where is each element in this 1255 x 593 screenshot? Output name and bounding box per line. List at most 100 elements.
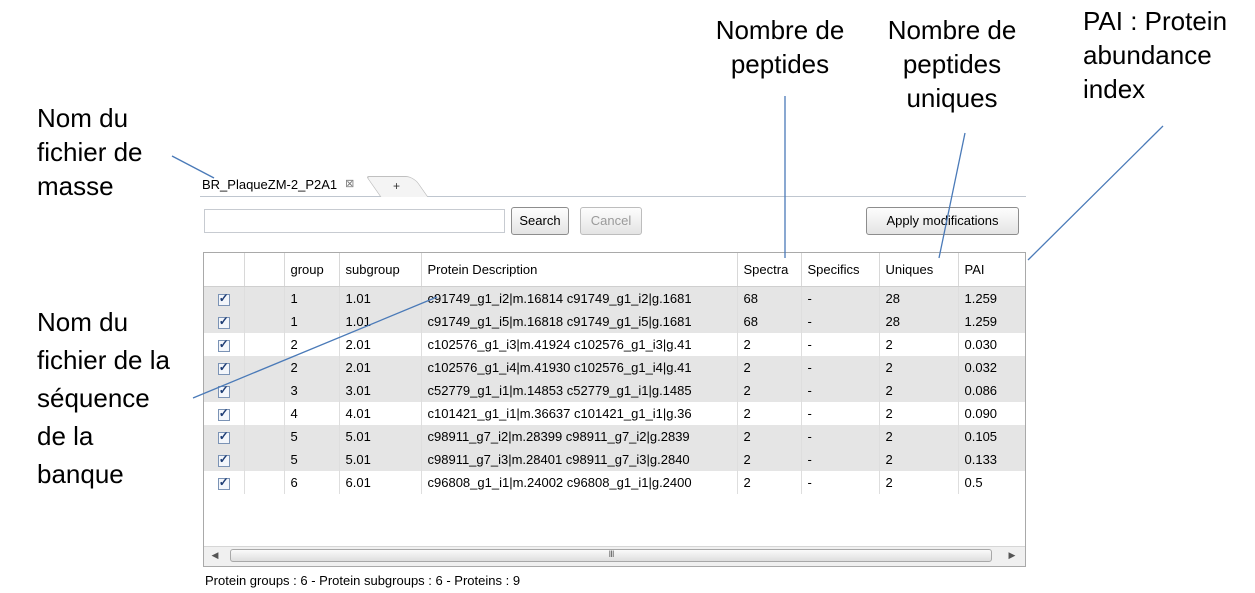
row-checkbox[interactable] bbox=[217, 360, 230, 375]
checkbox-cell bbox=[204, 333, 245, 356]
blank-cell bbox=[244, 379, 285, 402]
column-header-group[interactable]: group bbox=[284, 253, 340, 287]
column-header-specifics[interactable]: Specifics bbox=[801, 253, 880, 287]
group-cell: 5 bbox=[284, 425, 340, 448]
new-tab-button[interactable]: + bbox=[365, 176, 429, 197]
specifics-cell: - bbox=[801, 471, 880, 494]
blank-cell bbox=[244, 286, 285, 310]
column-header-spectra[interactable]: Spectra bbox=[737, 253, 802, 287]
subgroup-cell: 6.01 bbox=[339, 471, 422, 494]
column-header-check[interactable] bbox=[204, 253, 245, 287]
checkbox-cell bbox=[204, 356, 245, 379]
table-row[interactable]: 22.01c102576_g1_i3|m.41924 c102576_g1_i3… bbox=[204, 333, 1025, 356]
apply-modifications-button[interactable]: Apply modifications bbox=[866, 207, 1019, 235]
spectra-cell: 2 bbox=[737, 425, 802, 448]
row-checkbox[interactable] bbox=[217, 383, 230, 398]
description-cell: c101421_g1_i1|m.36637 c101421_g1_i1|g.36 bbox=[421, 402, 738, 425]
checkbox-cell bbox=[204, 425, 245, 448]
row-checkbox[interactable] bbox=[217, 337, 230, 352]
pai-cell: 1.259 bbox=[958, 286, 1025, 310]
annotation-pai: PAI : Protein abundance index bbox=[1083, 4, 1227, 106]
pai-cell: 0.5 bbox=[958, 471, 1025, 494]
uniques-cell: 2 bbox=[879, 448, 959, 471]
connector-pai bbox=[1027, 125, 1164, 261]
description-cell: c98911_g7_i2|m.28399 c98911_g7_i2|g.2839 bbox=[421, 425, 738, 448]
column-header-blank[interactable] bbox=[244, 253, 285, 287]
annotation-line: peptides bbox=[730, 49, 830, 79]
group-cell: 1 bbox=[284, 310, 340, 333]
table-row[interactable]: 55.01c98911_g7_i2|m.28399 c98911_g7_i2|g… bbox=[204, 425, 1025, 448]
annotation-line: Nombre de bbox=[887, 15, 1017, 45]
search-input[interactable] bbox=[204, 209, 505, 233]
pai-cell: 0.133 bbox=[958, 448, 1025, 471]
table-header-row: group subgroup Protein Description Spect… bbox=[204, 253, 1025, 287]
annotation-line: fichier de bbox=[37, 137, 143, 167]
uniques-cell: 2 bbox=[879, 356, 959, 379]
editor-tab-strip: BR_PlaqueZM-2_P2A1 ⊠ + bbox=[200, 172, 1026, 197]
spectra-cell: 68 bbox=[737, 286, 802, 310]
checkbox-cell bbox=[204, 310, 245, 333]
subgroup-cell: 5.01 bbox=[339, 425, 422, 448]
specifics-cell: - bbox=[801, 448, 880, 471]
description-cell: c102576_g1_i3|m.41924 c102576_g1_i3|g.41 bbox=[421, 333, 738, 356]
scroll-left-icon[interactable]: ◀ bbox=[208, 549, 222, 563]
row-checkbox[interactable] bbox=[217, 406, 230, 421]
table-row[interactable]: 55.01c98911_g7_i3|m.28401 c98911_g7_i3|g… bbox=[204, 448, 1025, 471]
group-cell: 6 bbox=[284, 471, 340, 494]
annotation-line: fichier de la bbox=[37, 345, 170, 375]
subgroup-cell: 4.01 bbox=[339, 402, 422, 425]
row-checkbox[interactable] bbox=[217, 429, 230, 444]
pai-cell: 0.090 bbox=[958, 402, 1025, 425]
scroll-right-icon[interactable]: ▶ bbox=[1005, 549, 1019, 563]
description-cell: c91749_g1_i5|m.16818 c91749_g1_i5|g.1681 bbox=[421, 310, 738, 333]
uniques-cell: 28 bbox=[879, 310, 959, 333]
description-cell: c98911_g7_i3|m.28401 c98911_g7_i3|g.2840 bbox=[421, 448, 738, 471]
spectra-cell: 68 bbox=[737, 310, 802, 333]
cancel-button[interactable]: Cancel bbox=[580, 207, 642, 235]
spectra-cell: 2 bbox=[737, 379, 802, 402]
scrollbar-thumb[interactable]: III bbox=[230, 549, 992, 562]
spectra-cell: 2 bbox=[737, 333, 802, 356]
table-row[interactable]: 66.01c96808_g1_i1|m.24002 c96808_g1_i1|g… bbox=[204, 471, 1025, 494]
subgroup-cell: 1.01 bbox=[339, 286, 422, 310]
group-cell: 4 bbox=[284, 402, 340, 425]
checkbox-cell bbox=[204, 448, 245, 471]
annotation-line: index bbox=[1083, 74, 1146, 104]
column-header-uniques[interactable]: Uniques bbox=[879, 253, 959, 287]
row-checkbox[interactable] bbox=[217, 475, 230, 490]
pai-cell: 0.032 bbox=[958, 356, 1025, 379]
group-cell: 5 bbox=[284, 448, 340, 471]
blank-cell bbox=[244, 425, 285, 448]
table-row[interactable]: 11.01c91749_g1_i5|m.16818 c91749_g1_i5|g… bbox=[204, 310, 1025, 333]
close-icon[interactable]: ⊠ bbox=[345, 174, 354, 195]
table-row[interactable]: 11.01c91749_g1_i2|m.16814 c91749_g1_i2|g… bbox=[204, 286, 1025, 310]
annotation-line: Nom du bbox=[37, 307, 129, 337]
pai-cell: 0.086 bbox=[958, 379, 1025, 402]
spectra-cell: 2 bbox=[737, 471, 802, 494]
blank-cell bbox=[244, 310, 285, 333]
annotation-line: banque bbox=[37, 459, 124, 489]
subgroup-cell: 3.01 bbox=[339, 379, 422, 402]
column-header-subgroup[interactable]: subgroup bbox=[339, 253, 422, 287]
column-header-pai[interactable]: PAI bbox=[958, 253, 1025, 287]
uniques-cell: 28 bbox=[879, 286, 959, 310]
search-button[interactable]: Search bbox=[511, 207, 569, 235]
subgroup-cell: 5.01 bbox=[339, 448, 422, 471]
annotation-peptide-count: Nombre de peptides bbox=[700, 13, 860, 81]
row-checkbox[interactable] bbox=[217, 452, 230, 467]
description-cell: c96808_g1_i1|m.24002 c96808_g1_i1|g.2400 bbox=[421, 471, 738, 494]
uniques-cell: 2 bbox=[879, 379, 959, 402]
table-row[interactable]: 44.01c101421_g1_i1|m.36637 c101421_g1_i1… bbox=[204, 402, 1025, 425]
specifics-cell: - bbox=[801, 425, 880, 448]
tab-mass-file[interactable]: BR_PlaqueZM-2_P2A1 ⊠ bbox=[200, 174, 362, 195]
annotation-line: PAI : Protein bbox=[1083, 6, 1228, 36]
table-row[interactable]: 22.01c102576_g1_i4|m.41930 c102576_g1_i4… bbox=[204, 356, 1025, 379]
row-checkbox[interactable] bbox=[217, 291, 230, 306]
plus-icon: + bbox=[393, 179, 401, 193]
blank-cell bbox=[244, 471, 285, 494]
spectra-cell: 2 bbox=[737, 402, 802, 425]
table-row[interactable]: 33.01c52779_g1_i1|m.14853 c52779_g1_i1|g… bbox=[204, 379, 1025, 402]
column-header-protein-description[interactable]: Protein Description bbox=[421, 253, 738, 287]
horizontal-scrollbar[interactable]: ◀ III ▶ bbox=[204, 546, 1025, 566]
row-checkbox[interactable] bbox=[217, 314, 230, 329]
